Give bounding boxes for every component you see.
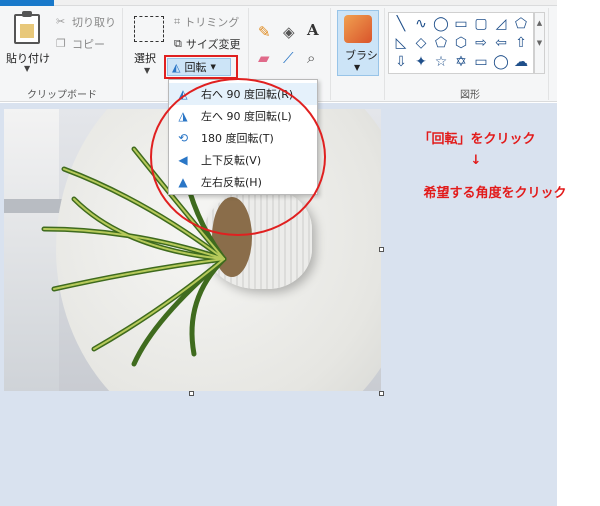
shape-item[interactable]: ⇧	[511, 34, 531, 53]
shape-item[interactable]: ╲	[391, 15, 411, 34]
crop-label: トリミング	[184, 16, 240, 29]
brush-label: ブラシ	[345, 49, 378, 62]
shape-item[interactable]: ☁	[511, 53, 531, 72]
fill-bucket-icon[interactable]: ◈	[283, 24, 295, 40]
brush-icon	[344, 15, 372, 43]
resize-handle-corner[interactable]	[379, 391, 384, 396]
shape-item[interactable]: ⇦	[491, 34, 511, 53]
shape-item[interactable]: ⬠	[511, 15, 531, 34]
resize-icon: ⧉	[174, 37, 182, 50]
clipboard-group-label: クリップボード	[27, 90, 97, 101]
crop-button[interactable]: ⌗ トリミング	[174, 14, 239, 30]
file-tab[interactable]	[0, 0, 54, 6]
shape-item[interactable]: ▭	[451, 15, 471, 34]
shape-item[interactable]: ✡	[451, 53, 471, 72]
shape-item[interactable]: ⬡	[451, 34, 471, 53]
annotation-line1: 「回転」をクリック	[418, 132, 536, 147]
resize-label: サイズ変更	[185, 38, 241, 51]
shape-item[interactable]: ◇	[411, 34, 431, 53]
shape-item[interactable]: ⬠	[431, 34, 451, 53]
shape-item[interactable]: ✦	[411, 53, 431, 72]
color-picker-icon[interactable]: ⟋	[283, 50, 294, 66]
shape-item[interactable]: ▭	[471, 53, 491, 72]
group-divider	[548, 8, 549, 100]
paste-icon[interactable]	[14, 11, 40, 44]
shape-item[interactable]: ☆	[431, 53, 451, 72]
annotation-arrow: ↓	[470, 153, 482, 168]
group-divider	[384, 8, 385, 100]
text-tool-icon[interactable]: A	[307, 22, 319, 38]
shapes-gallery[interactable]: ╲ ∿ ◯ ▭ ▢ ◿ ⬠ ◺ ◇ ⬠ ⬡ ⇨ ⇦ ⇧ ⇩ ✦ ☆ ✡ ▭ ◯ ☁	[388, 12, 534, 74]
shape-item[interactable]: ◯	[431, 15, 451, 34]
brushes-button[interactable]: ブラシ ▼	[337, 10, 379, 76]
shape-item[interactable]: ◿	[491, 15, 511, 34]
shape-item[interactable]: ⇨	[471, 34, 491, 53]
select-button-label[interactable]: 選択	[134, 50, 156, 66]
resize-handle-right[interactable]	[379, 247, 384, 252]
copy-icon: ❐	[56, 37, 66, 50]
resize-button[interactable]: ⧉ サイズ変更	[174, 36, 241, 52]
page-margin	[557, 0, 600, 506]
shape-item[interactable]: ∿	[411, 15, 431, 34]
shapes-scroll[interactable]: ▲ ▼	[534, 12, 545, 74]
brush-dropdown-arrow: ▼	[354, 63, 361, 72]
cut-label: 切り取り	[72, 16, 116, 29]
copy-label: コピー	[72, 38, 105, 51]
copy-button[interactable]: ❐ コピー	[56, 36, 105, 52]
tab-strip	[54, 0, 557, 6]
shape-item[interactable]: ▢	[471, 15, 491, 34]
shape-item[interactable]: ◯	[491, 53, 511, 72]
shape-item[interactable]: ◺	[391, 34, 411, 53]
scissors-icon: ✂	[56, 15, 66, 28]
magnifier-icon[interactable]: ⌕	[307, 50, 315, 66]
cut-button[interactable]: ✂ 切り取り	[56, 14, 116, 30]
menu-highlight-circle	[150, 78, 326, 236]
select-dropdown-arrow[interactable]: ▼	[144, 66, 150, 75]
pencil-icon[interactable]: ✎	[258, 24, 271, 40]
group-divider	[122, 8, 123, 100]
shape-item[interactable]: ⇩	[391, 53, 411, 72]
paste-dropdown-arrow[interactable]: ▼	[24, 64, 30, 73]
eraser-icon[interactable]: ▰	[258, 50, 270, 66]
shapes-group-label: 図形	[460, 90, 480, 101]
crop-icon: ⌗	[174, 15, 181, 28]
annotation-line2: 希望する角度をクリック	[423, 186, 567, 201]
group-divider	[330, 8, 331, 100]
select-icon[interactable]	[134, 16, 164, 42]
resize-handle-bottom[interactable]	[189, 391, 194, 396]
rotate-highlight-box	[164, 55, 238, 79]
